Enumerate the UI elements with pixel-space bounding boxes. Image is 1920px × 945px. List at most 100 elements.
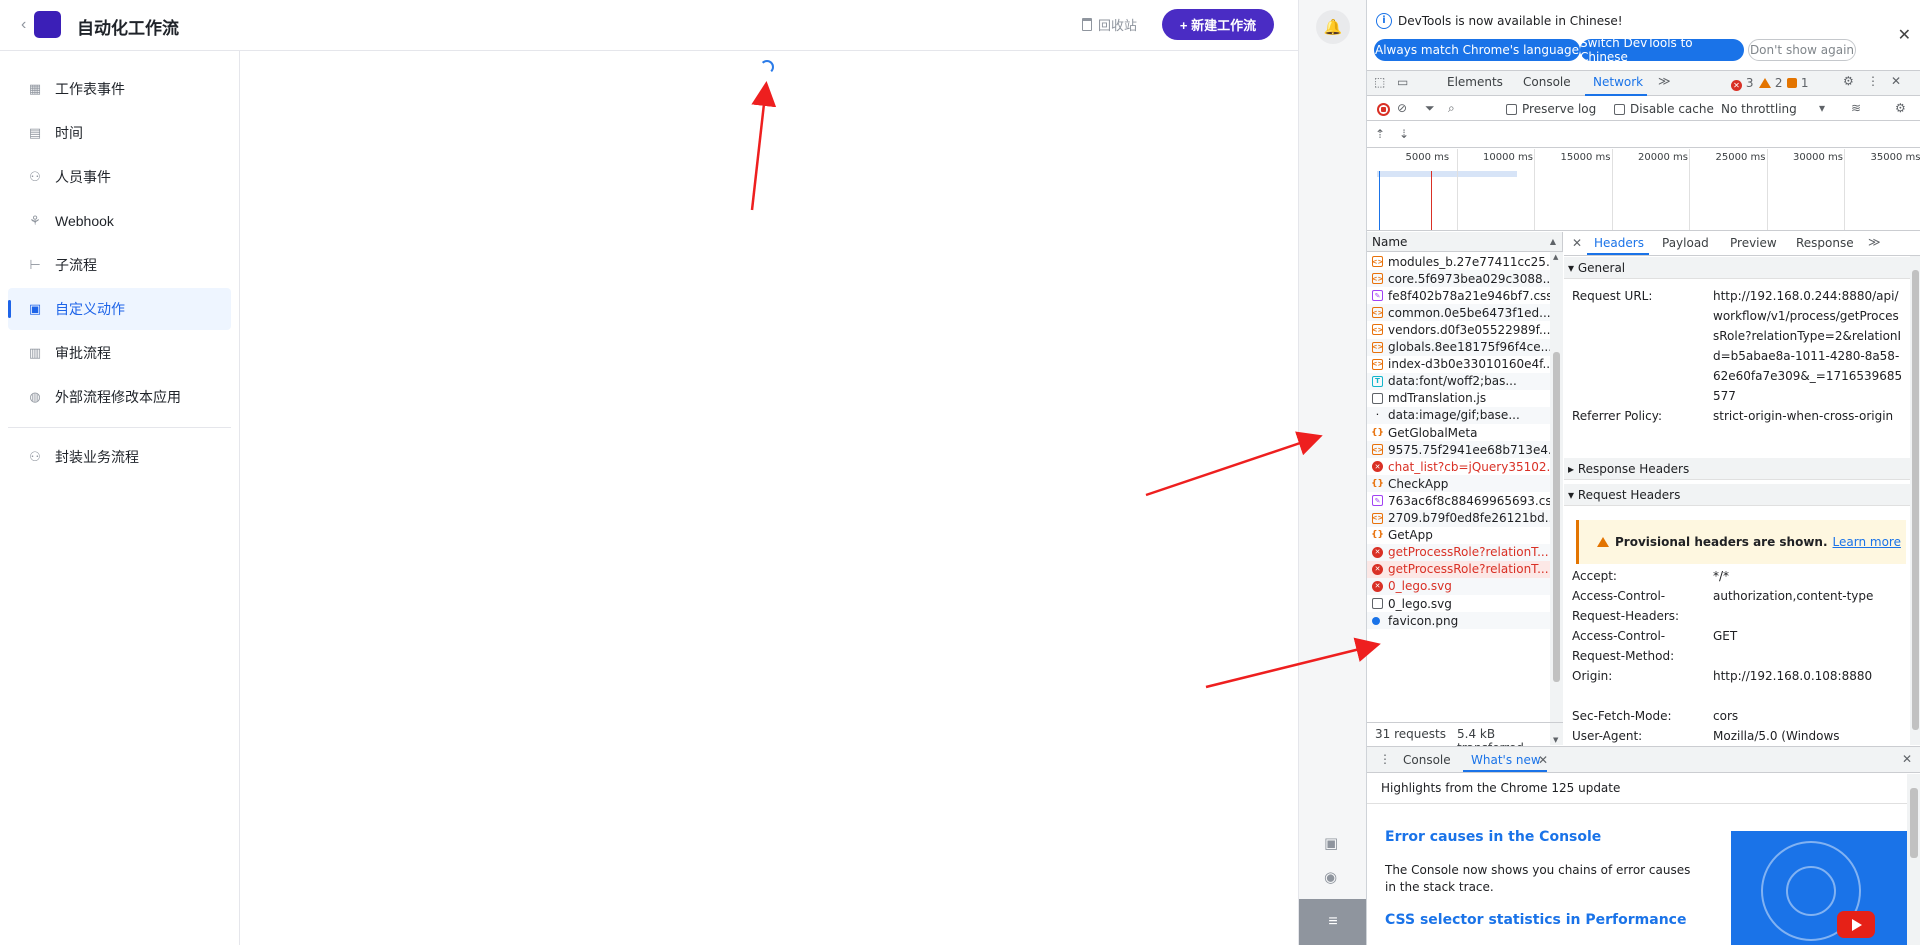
video-thumbnail[interactable] <box>1731 831 1907 945</box>
request-row[interactable]: ✕ 0_lego.svg <box>1367 577 1550 595</box>
active-detail-tab-indicator <box>1587 253 1649 255</box>
sidebar-item-approval[interactable]: ▥ 审批流程 <box>8 332 231 374</box>
request-row[interactable]: Tdata:font/woff2;bas... <box>1367 372 1550 390</box>
sidebar-item-time[interactable]: ▤ 时间 <box>8 112 231 154</box>
sidebar-item-package-flow[interactable]: ⚇ 封装业务流程 <box>8 436 231 478</box>
chat-icon[interactable]: ◉ <box>1324 868 1337 886</box>
info-badge[interactable]: 1 <box>1787 76 1808 90</box>
match-language-button[interactable]: Always match Chrome's language <box>1374 39 1580 61</box>
more-tabs-icon[interactable]: ≫ <box>1658 74 1671 88</box>
request-row[interactable]: · data:image/gif;base... <box>1367 406 1550 424</box>
sidebar-item-webhook[interactable]: ⚘ Webhook <box>8 200 231 242</box>
grid-icon: ▦ <box>28 81 42 96</box>
sidebar-item-external-flow[interactable]: ◍ 外部流程修改本应用 <box>8 376 231 418</box>
tab-console[interactable]: Console <box>1523 75 1571 89</box>
request-row[interactable]: ✕ chat_list?cb=jQuery35102... <box>1367 458 1550 475</box>
preserve-log-checkbox[interactable] <box>1506 104 1517 115</box>
learn-more-link[interactable]: Learn more <box>1833 535 1901 549</box>
tab-payload[interactable]: Payload <box>1662 236 1709 250</box>
request-row[interactable]: <> 9575.75f2941ee68b713e4... <box>1367 441 1550 459</box>
timeline-tick-label: 25000 ms <box>1715 152 1766 163</box>
throttling-select[interactable]: No throttling <box>1721 102 1797 116</box>
request-row[interactable]: ✎ 763ac6f8c88469965693.css <box>1367 492 1550 509</box>
scroll-up-icon[interactable]: ▲ <box>1553 253 1558 261</box>
chevron-down-icon[interactable]: ▾ <box>1819 101 1825 115</box>
whats-new-link-error-causes[interactable]: Error causes in the Console <box>1385 829 1601 845</box>
request-row[interactable]: ✎ fe8f402b78a21e946bf7.css <box>1367 287 1550 304</box>
kebab-menu-icon[interactable]: ⋮ <box>1867 74 1879 88</box>
tab-response[interactable]: Response <box>1796 236 1854 250</box>
close-drawer-icon[interactable]: ✕ <box>1902 752 1912 766</box>
close-devtools-icon[interactable]: ✕ <box>1891 74 1901 88</box>
general-section-header[interactable]: ▾ General <box>1564 257 1910 279</box>
warnings-badge[interactable]: 2 <box>1759 76 1782 90</box>
request-row[interactable]: {} CheckApp <box>1367 475 1550 493</box>
response-headers-section[interactable]: ▸ Response Headers <box>1564 458 1910 480</box>
loading-spinner <box>760 60 774 74</box>
request-row[interactable]: mdTranslation.js <box>1367 390 1550 407</box>
request-row[interactable]: ✕ getProcessRole?relationT... <box>1367 560 1550 578</box>
request-row[interactable]: <> globals.8ee18175f96f4ce... <box>1367 338 1550 356</box>
sidebar-item-subflow[interactable]: ⊢ 子流程 <box>8 244 231 286</box>
recycle-bin-button[interactable]: 回收站 <box>1082 15 1137 34</box>
filter-icon[interactable]: ⏷ <box>1425 101 1435 116</box>
whats-new-link-css-selector[interactable]: CSS selector statistics in Performance <box>1385 912 1686 928</box>
name-column-header[interactable]: Name ▲ <box>1367 232 1562 252</box>
disable-cache-checkbox[interactable] <box>1614 104 1625 115</box>
details-scrollbar[interactable] <box>1910 256 1920 745</box>
switch-language-button[interactable]: Switch DevTools to Chinese <box>1580 36 1744 64</box>
tab-elements[interactable]: Elements <box>1447 75 1503 89</box>
request-row[interactable]: <> 2709.b79f0ed8fe26121bd... <box>1367 509 1550 527</box>
warning-icon <box>1597 537 1609 547</box>
request-row[interactable]: favicon.png <box>1367 612 1550 630</box>
request-row[interactable]: 0_lego.svg <box>1367 595 1550 612</box>
bell-icon[interactable]: 🔔 <box>1316 10 1350 44</box>
back-chevron-icon[interactable]: ‹ <box>21 16 26 34</box>
request-row[interactable]: <> modules_b.27e77411cc25... <box>1367 253 1550 270</box>
request-headers-section[interactable]: ▾ Request Headers <box>1564 484 1910 506</box>
close-icon[interactable]: ✕ <box>1898 25 1911 44</box>
record-icon[interactable] <box>1377 103 1390 116</box>
search-icon[interactable]: ⌕ <box>1448 101 1455 116</box>
request-row[interactable]: {} GetApp <box>1367 527 1550 544</box>
scrollbar-thumb[interactable] <box>1553 352 1560 682</box>
scrollbar-thumb[interactable] <box>1912 270 1919 730</box>
drawer-tab-whats-new[interactable]: What's new <box>1471 753 1541 767</box>
errors-badge[interactable]: ✕ 3 <box>1731 76 1753 91</box>
request-row[interactable]: <> index-d3b0e33010160e4f... <box>1367 356 1550 373</box>
tab-headers[interactable]: Headers <box>1594 236 1644 250</box>
request-row[interactable]: ✕ getProcessRole?relationT... <box>1367 543 1550 561</box>
scrollbar-thumb[interactable] <box>1910 788 1918 858</box>
drawer-menu-icon[interactable]: ⋮ <box>1379 752 1391 766</box>
youtube-play-icon[interactable] <box>1837 911 1875 938</box>
sidebar-item-custom-action[interactable]: ▣ 自定义动作 <box>8 288 231 330</box>
tab-network[interactable]: Network <box>1593 75 1643 89</box>
export-har-icon[interactable]: ⇣ <box>1399 127 1409 141</box>
drawer-scrollbar[interactable] <box>1907 774 1920 945</box>
close-tab-icon[interactable]: ✕ <box>1538 753 1548 767</box>
network-settings-icon[interactable]: ⚙ <box>1895 101 1906 115</box>
dont-show-again-button[interactable]: Don't show again <box>1748 39 1856 61</box>
device-toolbar-icon[interactable]: ▭ <box>1397 75 1408 89</box>
gear-icon[interactable]: ⚙ <box>1843 74 1854 88</box>
sidebar-item-sheet-events[interactable]: ▦ 工作表事件 <box>8 68 231 110</box>
contacts-icon[interactable]: ▣ <box>1324 834 1338 852</box>
request-row[interactable]: <> common.0e5be6473f1ed... <box>1367 304 1550 322</box>
request-row[interactable]: <> vendors.d0f3e05522989f... <box>1367 321 1550 338</box>
import-har-icon[interactable]: ⇡ <box>1375 127 1385 141</box>
inspect-icon[interactable]: ⬚ <box>1374 75 1385 89</box>
tab-preview[interactable]: Preview <box>1730 236 1777 250</box>
request-list-scrollbar[interactable]: ▲ ▼ <box>1550 252 1563 745</box>
more-detail-tabs-icon[interactable]: ≫ <box>1868 235 1881 249</box>
collapse-icon[interactable]: ≡ <box>1299 899 1367 945</box>
close-details-icon[interactable]: ✕ <box>1572 236 1582 250</box>
clear-icon[interactable]: ⊘ <box>1397 101 1407 115</box>
request-row[interactable]: {} GetGlobalMeta <box>1367 424 1550 441</box>
network-conditions-icon[interactable]: ≋ <box>1851 101 1861 115</box>
new-workflow-button[interactable]: + 新建工作流 <box>1162 9 1274 40</box>
user-agent-label: User-Agent: <box>1572 729 1643 743</box>
request-row[interactable]: <> core.5f6973bea029c3088... <box>1367 270 1550 288</box>
network-overview-timeline[interactable]: 5000 ms 10000 ms 15000 ms 20000 ms 25000 ms 3… <box>1367 149 1920 231</box>
drawer-tab-console[interactable]: Console <box>1403 753 1451 767</box>
sidebar-item-people-events[interactable]: ⚇ 人员事件 <box>8 156 231 198</box>
